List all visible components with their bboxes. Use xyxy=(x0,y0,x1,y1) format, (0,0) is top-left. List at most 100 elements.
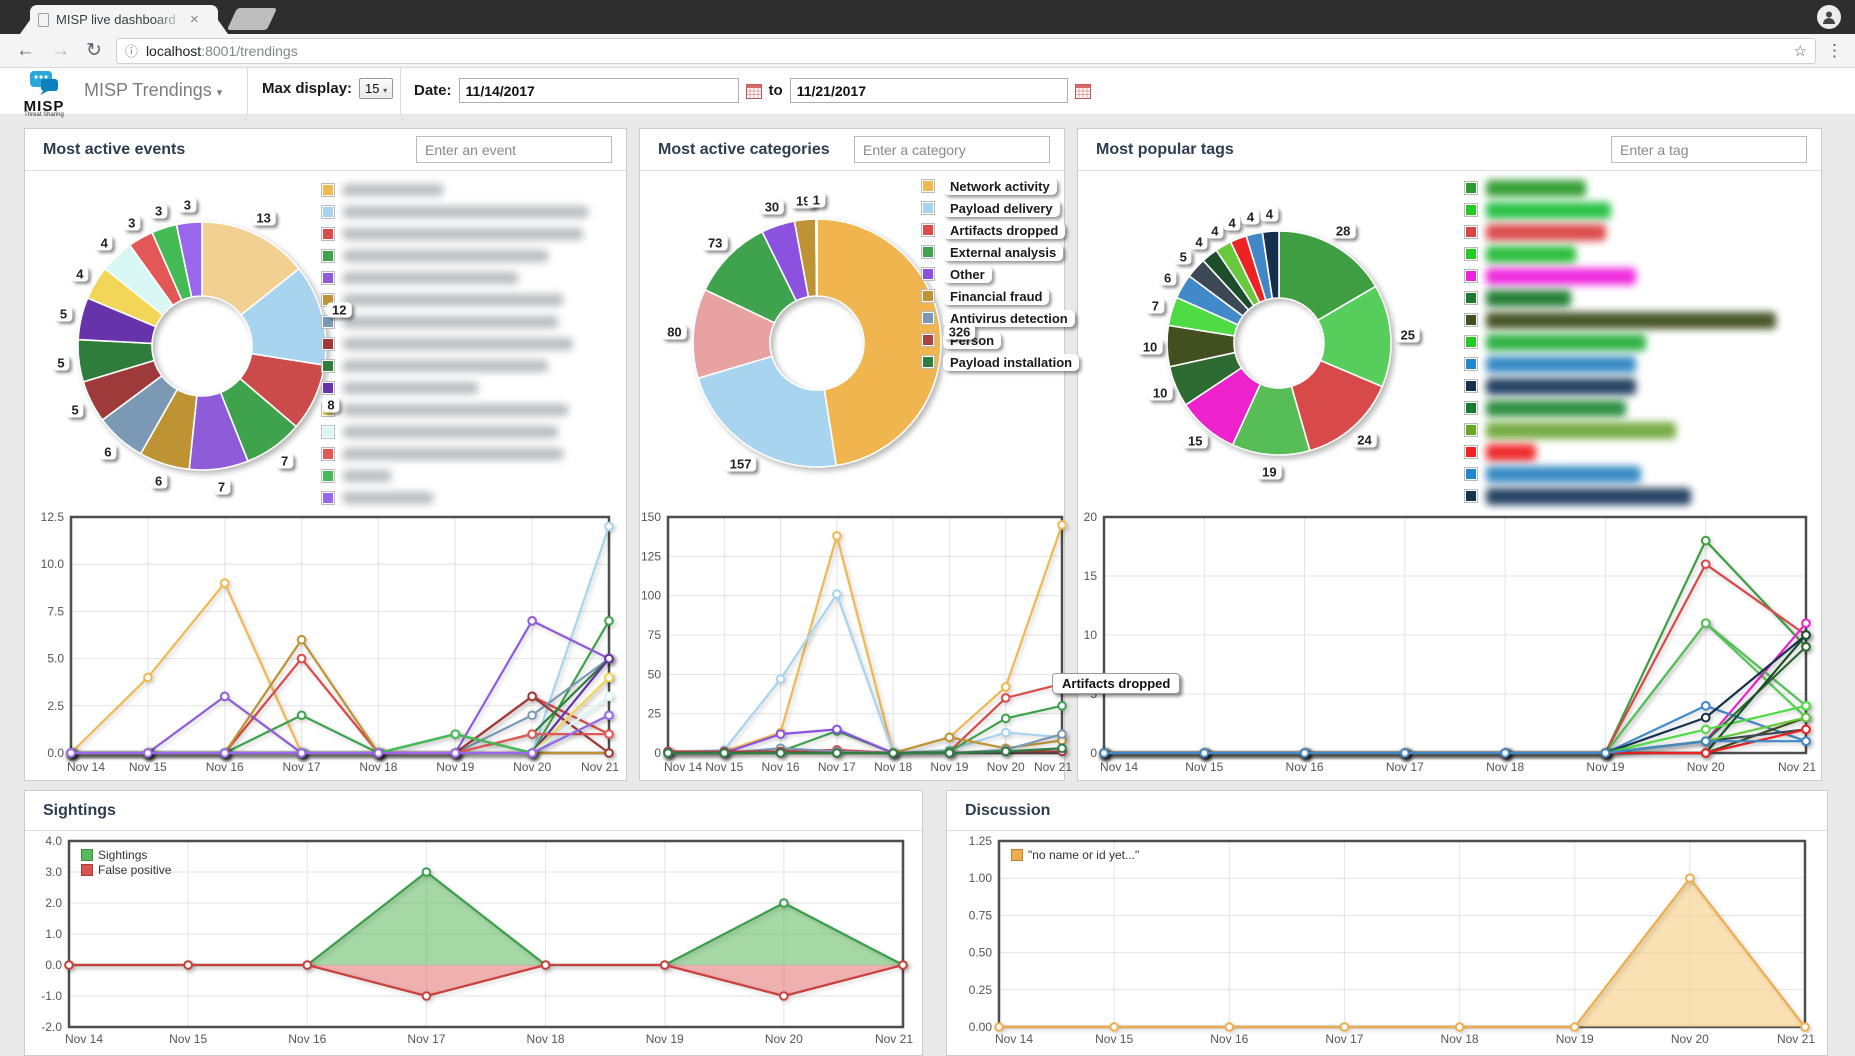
legend-item: External analysis xyxy=(921,241,1079,263)
legend-swatch xyxy=(321,337,335,351)
legend-label: Network activity xyxy=(943,178,1057,195)
misp-logo-icon xyxy=(27,71,61,97)
legend-label: Other xyxy=(943,266,992,283)
svg-text:Nov 16: Nov 16 xyxy=(1286,760,1324,774)
legend-swatch xyxy=(1464,291,1478,305)
panel-sightings: Sightings -2.0-1.00.01.02.03.04.0Nov 14N… xyxy=(24,790,923,1056)
legend-label: "no name or id yet..." xyxy=(1028,848,1139,862)
legend-swatch xyxy=(321,249,335,263)
categories-panel-title: Most active categories xyxy=(658,141,830,159)
legend-swatch xyxy=(321,425,335,439)
blurred-label xyxy=(343,470,391,482)
svg-text:Nov 18: Nov 18 xyxy=(1486,760,1524,774)
blurred-tag-pill xyxy=(1486,400,1626,417)
legend-item xyxy=(1464,309,1776,331)
donut-slice-label: 10 xyxy=(1148,386,1172,401)
blurred-label xyxy=(343,382,478,394)
legend-swatch xyxy=(321,381,335,395)
legend-swatch xyxy=(1464,445,1478,459)
forward-icon[interactable]: → xyxy=(51,41,70,60)
blurred-tag-pill xyxy=(1486,246,1576,263)
blurred-tag-pill xyxy=(1486,378,1636,395)
browser-menu-icon[interactable]: ⋮ xyxy=(1826,41,1843,61)
svg-text:Nov 20: Nov 20 xyxy=(765,1032,803,1046)
donut-slice-label: 13 xyxy=(251,211,275,226)
legend-item xyxy=(321,399,588,421)
logo-subtitle: Threat Sharing xyxy=(14,112,74,118)
legend-swatch xyxy=(921,245,935,259)
blurred-tag-pill xyxy=(1486,290,1571,307)
new-tab-button[interactable] xyxy=(227,8,277,30)
max-display-control: Max display: 15 ▾ xyxy=(262,78,393,99)
max-display-select[interactable]: 15 ▾ xyxy=(359,78,393,99)
blurred-tag-pill xyxy=(1486,488,1691,505)
blurred-label xyxy=(343,206,588,218)
header-divider xyxy=(247,68,248,115)
blurred-label xyxy=(343,338,573,350)
donut-slice-label: 4 xyxy=(1206,224,1223,239)
svg-text:Nov 16: Nov 16 xyxy=(1210,1032,1248,1046)
svg-text:Nov 15: Nov 15 xyxy=(705,760,743,774)
date-from-input[interactable] xyxy=(459,78,739,103)
events-panel-title: Most active events xyxy=(43,141,185,159)
select-caret-icon: ▾ xyxy=(383,86,387,95)
categories-line: 0255075100125150Nov 14Nov 15Nov 16Nov 17… xyxy=(640,509,1066,777)
svg-text:Nov 17: Nov 17 xyxy=(818,760,856,774)
discussion-panel-header: Discussion xyxy=(947,791,1827,831)
calendar-icon[interactable] xyxy=(746,83,762,99)
calendar-icon[interactable] xyxy=(1075,83,1091,99)
category-search-input[interactable] xyxy=(854,136,1050,163)
legend-item xyxy=(1464,441,1776,463)
donut-slice-label: 30 xyxy=(760,200,784,215)
browser-tab[interactable]: MISP live dashboard × xyxy=(30,5,218,34)
blurred-tag-pill xyxy=(1486,466,1641,483)
svg-text:Nov 16: Nov 16 xyxy=(206,760,244,774)
donut-slice-label: 4 xyxy=(1242,210,1259,225)
app-title-dropdown[interactable]: MISP Trendings ▾ xyxy=(84,80,222,101)
donut-slice-label: 157 xyxy=(725,456,757,471)
reload-icon[interactable]: ↻ xyxy=(86,41,102,60)
site-info-icon[interactable]: ⓘ xyxy=(125,41,138,60)
donut-slice-label: 4 xyxy=(1224,215,1241,230)
browser-tab-strip: MISP live dashboard × xyxy=(0,0,1855,34)
svg-text:Nov 21: Nov 21 xyxy=(1778,760,1816,774)
donut-slice-label: 4 xyxy=(96,236,113,251)
legend-swatch xyxy=(321,205,335,219)
events-panel-header: Most active events xyxy=(25,129,626,171)
legend-item: Financial fraud xyxy=(921,285,1079,307)
event-search-input[interactable] xyxy=(416,136,612,163)
misp-logo[interactable]: MISP Threat Sharing xyxy=(14,71,74,118)
url-text: localhost:8001/trendings xyxy=(146,43,1794,59)
svg-text:1.25: 1.25 xyxy=(969,834,993,848)
svg-text:20: 20 xyxy=(1084,510,1098,524)
url-bar[interactable]: ⓘ localhost:8001/trendings ☆ xyxy=(116,38,1816,64)
panel-most-popular-tags: Most popular tags 2825241915101076544444… xyxy=(1077,128,1822,781)
svg-text:Nov 19: Nov 19 xyxy=(436,760,474,774)
svg-text:Nov 19: Nov 19 xyxy=(1556,1032,1594,1046)
svg-text:Nov 14: Nov 14 xyxy=(995,1032,1033,1046)
donut-slice-label: 3 xyxy=(150,203,167,218)
bookmark-star-icon[interactable]: ☆ xyxy=(1794,42,1807,60)
panel-discussion: Discussion 0.000.250.500.751.001.25Nov 1… xyxy=(946,790,1828,1056)
legend-label: Artifacts dropped xyxy=(943,222,1065,239)
donut-slice-label: 25 xyxy=(1395,327,1419,342)
date-to-input[interactable] xyxy=(790,78,1068,103)
legend-swatch xyxy=(1464,401,1478,415)
svg-text:Nov 15: Nov 15 xyxy=(129,760,167,774)
legend-swatch xyxy=(921,267,935,281)
svg-text:75: 75 xyxy=(648,628,662,642)
blurred-label xyxy=(343,426,558,438)
tag-search-input[interactable] xyxy=(1611,136,1807,163)
legend-item xyxy=(321,223,588,245)
donut-slice-label: 10 xyxy=(1138,339,1162,354)
legend-item xyxy=(321,267,588,289)
donut-slice-label: 3 xyxy=(123,215,140,230)
back-icon[interactable]: ← xyxy=(16,41,35,60)
donut-slice-label: 4 xyxy=(71,266,88,281)
legend-swatch xyxy=(921,333,935,347)
tab-close-icon[interactable]: × xyxy=(190,11,199,28)
legend-swatch xyxy=(1464,467,1478,481)
svg-text:0: 0 xyxy=(1090,746,1097,760)
donut-slice-label: 6 xyxy=(150,474,167,489)
browser-profile-avatar[interactable] xyxy=(1817,5,1841,29)
